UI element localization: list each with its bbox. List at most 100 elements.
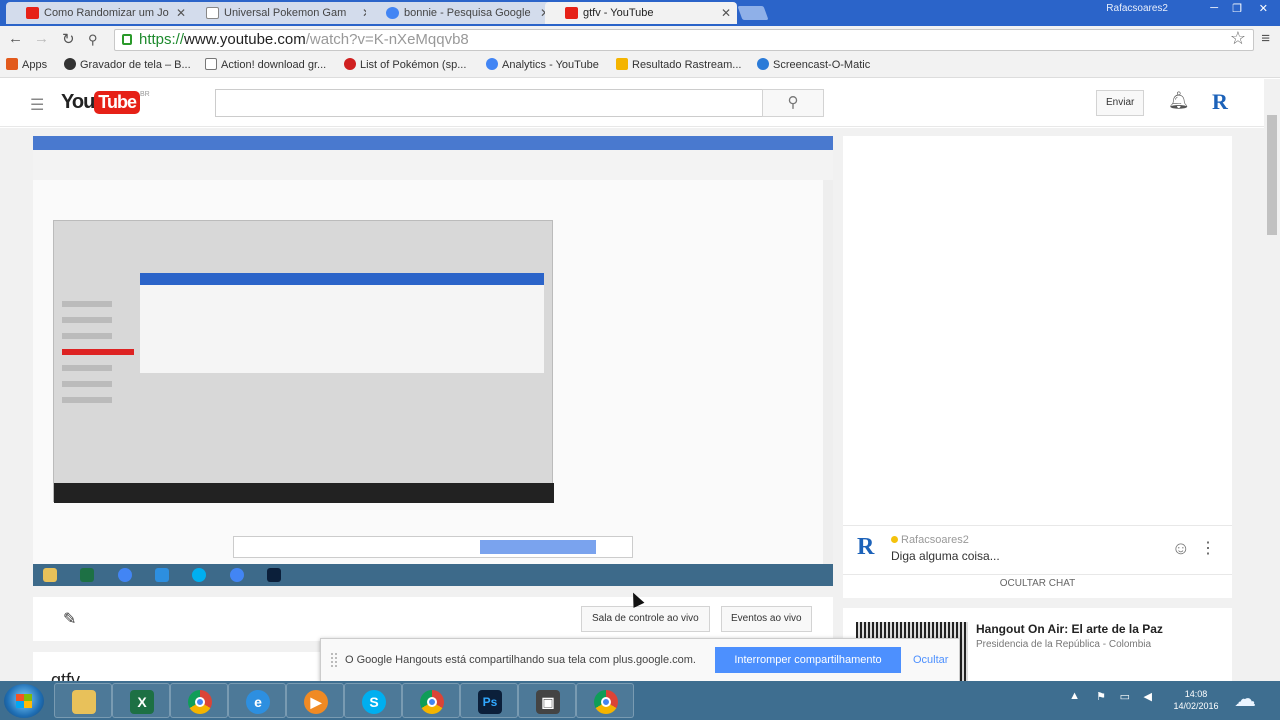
related-channel: Presidencia de la República - Colombia [976,639,1152,650]
bookmark-label: Screencast-O-Matic [773,59,871,71]
captured-video-frame [53,220,554,503]
related-title[interactable]: Hangout On Air: El arte de la Paz [976,622,1163,636]
action-center-icon[interactable]: ▭ [1120,690,1130,703]
forward-icon[interactable]: → [34,30,49,47]
bookmark-star-icon[interactable]: ☆ [1230,28,1246,49]
search-button[interactable]: ⚲ [762,89,824,117]
restore-icon[interactable]: ❐ [1232,2,1242,15]
emoji-icon[interactable]: ☺ [1172,538,1190,559]
pokeball-icon [344,58,356,70]
hide-notice-button[interactable]: Ocultar [913,654,948,666]
close-window-icon[interactable]: ✕ [1259,2,1268,15]
captured-sidebar [58,291,134,411]
search-input[interactable] [215,89,763,117]
excel-icon [80,568,95,582]
bookmark-pokemon[interactable]: List of Pokémon (sp... [344,58,466,71]
chat-avatar: R [857,534,875,560]
profile-name[interactable]: Rafacsoares2 [1106,3,1168,14]
address-bar[interactable]: https://www.youtube.com/watch?v=K-nXeMqq… [114,29,1254,51]
divider [843,574,1232,575]
new-tab-button[interactable] [737,6,769,20]
live-actions-bar: ✎ Sala de controle ao vivo Eventos ao vi… [33,597,833,641]
logo-tube-text: Tube [94,91,140,114]
google-icon [486,58,498,70]
bookmark-rastreamento[interactable]: Resultado Rastream... [616,58,741,71]
taskbar-recorder[interactable]: ▣ [518,683,576,718]
logo-you-text: You [61,91,95,113]
captured-controls [54,483,554,503]
reload-icon[interactable]: ↻ [62,30,75,48]
youtube-icon [565,7,578,19]
skype-icon [192,568,207,582]
tab-title: bonnie - Pesquisa Google [404,7,531,19]
bookmark-apps[interactable]: Apps [6,58,47,71]
video-player[interactable] [33,136,833,586]
bookmark-analytics[interactable]: Analytics - YouTube [486,58,599,71]
back-icon[interactable]: ← [8,30,23,47]
bookmark-label: List of Pokémon (sp... [360,59,467,71]
windows-taskbar: X e ▶ S Ps ▣ ▲ ⚑ ▭ ◀ [0,681,1280,720]
taskbar-file-explorer[interactable] [54,683,112,718]
taskbar-excel[interactable]: X [112,683,170,718]
close-icon[interactable]: ✕ [721,2,731,24]
excel-icon: X [130,690,154,714]
url-path: /watch?v=K-nXeMqqvb8 [305,31,469,48]
captured-share-button [480,540,596,554]
share-message: O Google Hangouts está compartilhando su… [345,654,696,666]
captured-tab-strip [33,136,833,150]
browser-tab-4-active[interactable]: gtfv - YouTube ✕ [545,2,737,24]
control-room-button[interactable]: Sala de controle ao vivo [581,606,710,632]
volume-icon[interactable]: ◀ [1144,690,1152,703]
taskbar-chrome[interactable] [170,683,228,718]
taskbar-media-player[interactable]: ▶ [286,683,344,718]
logo-region: BR [139,91,150,98]
stop-sharing-button[interactable]: Interromper compartilhamento [715,647,901,673]
taskbar-photoshop[interactable]: Ps [460,683,518,718]
youtube-logo[interactable]: You Tube BR [61,91,150,117]
browser-tab-1[interactable]: Como Randomizar um Jo ✕ [6,2,192,24]
browser-tab-3[interactable]: bonnie - Pesquisa Google ✕ [366,2,556,24]
start-button[interactable] [4,684,44,718]
close-icon[interactable]: ✕ [176,2,186,24]
taskbar-internet-explorer[interactable]: e [228,683,286,718]
chrome-menu-icon[interactable]: ≡ [1261,30,1270,47]
scrollbar-thumb[interactable] [1267,115,1277,235]
recorder-icon [64,58,76,70]
upload-button[interactable]: Enviar [1096,90,1145,116]
bookmark-gravador[interactable]: Gravador de tela – B... [64,58,191,71]
extension-icon[interactable]: ⚲ [88,32,98,48]
page-scrollbar[interactable] [1264,79,1280,681]
clock-time: 14:08 [1184,689,1208,699]
taskbar-chrome-3[interactable] [576,683,634,718]
chat-message-input[interactable]: Diga alguma coisa... [891,549,1000,563]
browser-tab-2[interactable]: Universal Pokemon Gam ✕ [186,2,378,24]
notifications-bell-icon[interactable]: 🔔︎ [1168,91,1190,111]
chat-username: Rafacsoares2 [891,534,969,546]
system-clock[interactable]: 14:08 14/02/2016 [1168,688,1224,712]
hide-chat-button[interactable]: OCULTAR CHAT [843,578,1232,589]
show-hidden-icons-icon[interactable]: ▲ [1069,690,1080,702]
guide-menu-icon[interactable]: ☰ [30,95,44,115]
bookmark-action[interactable]: Action! download gr... [205,58,326,71]
captured-taskbar [33,564,833,586]
live-events-button[interactable]: Eventos ao vivo [721,606,812,632]
drag-handle-icon[interactable] [331,653,337,667]
bookmark-screencast[interactable]: Screencast-O-Matic [757,58,870,71]
more-options-icon[interactable]: ⋮ [1200,538,1216,558]
taskbar-skype[interactable]: S [344,683,402,718]
ie-icon [155,568,170,582]
url-host: www.youtube.com [184,31,306,48]
captured-dialog [140,273,544,373]
page-icon [205,58,217,70]
bookmark-label: Analytics - YouTube [502,59,599,71]
network-icon[interactable]: ⚑ [1096,690,1106,703]
weather-cloud-icon[interactable]: ☁ [1234,686,1256,712]
browser-tab-strip: Como Randomizar um Jo ✕ Universal Pokemo… [0,0,1280,26]
edit-pencil-icon[interactable]: ✎ [63,609,76,629]
tab-title: Universal Pokemon Gam [224,7,347,19]
account-avatar[interactable]: R [1212,89,1228,115]
taskbar-chrome-2[interactable] [402,683,460,718]
minimize-icon[interactable]: ─ [1210,2,1218,14]
chat-username-text: Rafacsoares2 [901,534,969,546]
skype-icon: S [362,690,386,714]
